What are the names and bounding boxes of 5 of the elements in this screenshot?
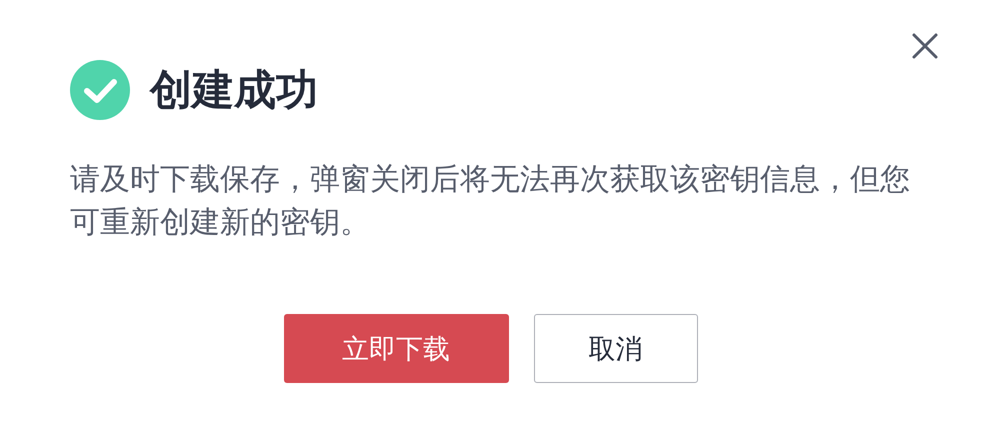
dialog-message: 请及时下载保存，弹窗关闭后将无法再次获取该密钥信息，但您可重新创建新的密钥。 <box>70 161 911 242</box>
dialog-title: 创建成功 <box>150 69 318 111</box>
download-button[interactable]: 立即下载 <box>284 314 508 383</box>
cancel-button[interactable]: 取消 <box>534 314 698 383</box>
success-check-icon <box>70 60 130 120</box>
